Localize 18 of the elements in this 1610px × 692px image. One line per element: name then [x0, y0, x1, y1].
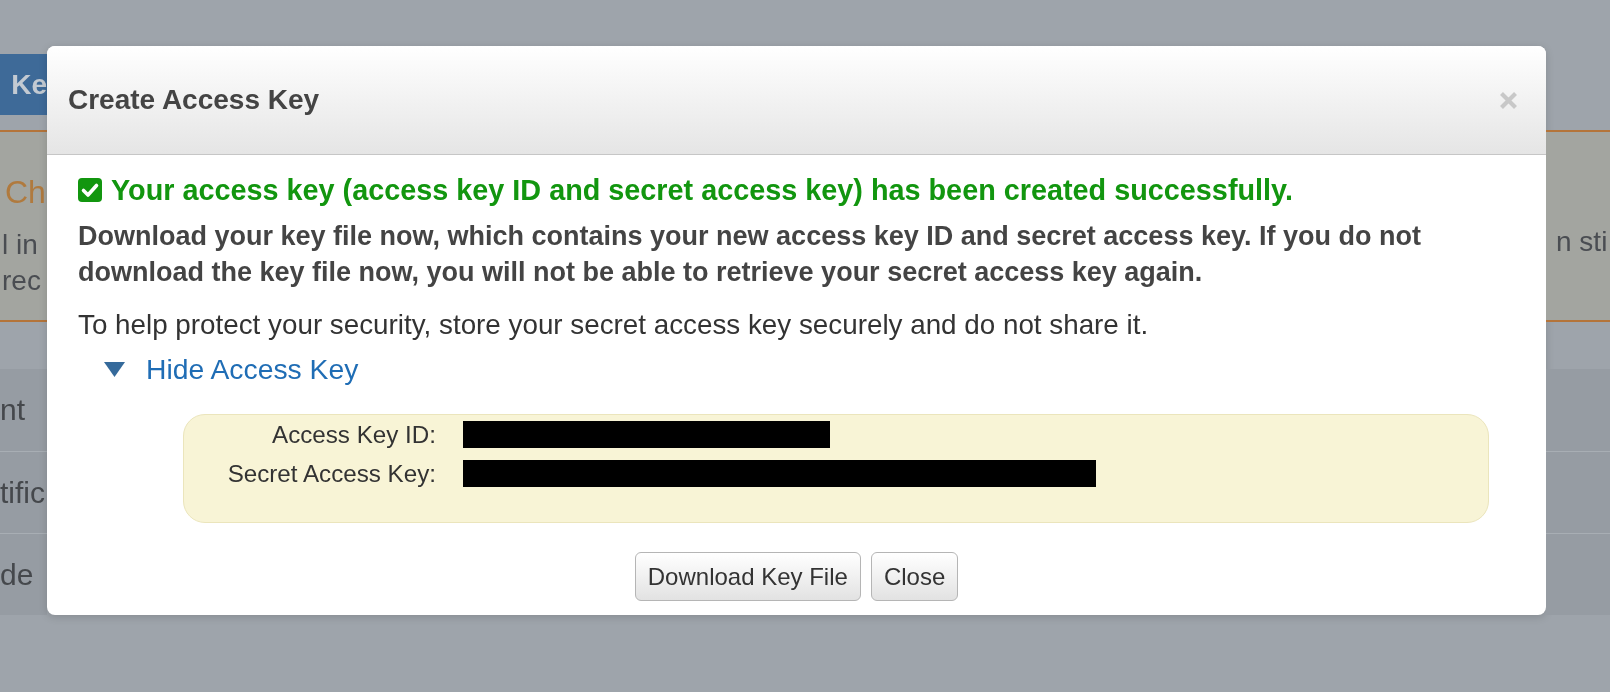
toggle-link[interactable]: Hide Access Key	[146, 351, 359, 387]
info-text: To help protect your security, store your secret access key securely and do not share it.	[78, 308, 1150, 342]
dialog-title: Create Access Key	[68, 84, 320, 116]
key-label: Access Key ID:	[272, 420, 436, 449]
row-text: tific	[0, 475, 45, 510]
success-message: Your access key (access key ID and secret access key) has been created successfully.	[111, 173, 1293, 208]
row-text: de	[0, 557, 34, 592]
notice-text: rec	[2, 264, 41, 298]
warning-text: Download your key file now, which contains your new access key ID and secret access key. If you do not download the key file now, you will not be able to retrieve your secret access key again.	[78, 220, 1422, 289]
close-button[interactable]: Close	[870, 552, 959, 601]
notice-text: n sti	[1556, 225, 1608, 259]
triangle-icon[interactable]	[104, 361, 125, 377]
key-label: Secret Access Key:	[227, 459, 436, 488]
row-text: nt	[0, 393, 26, 427]
notice-text: l in	[2, 228, 38, 262]
notice-heading: Ch	[4, 173, 46, 212]
check-icon	[78, 178, 102, 202]
download-button[interactable]: Download Key File	[634, 552, 861, 601]
